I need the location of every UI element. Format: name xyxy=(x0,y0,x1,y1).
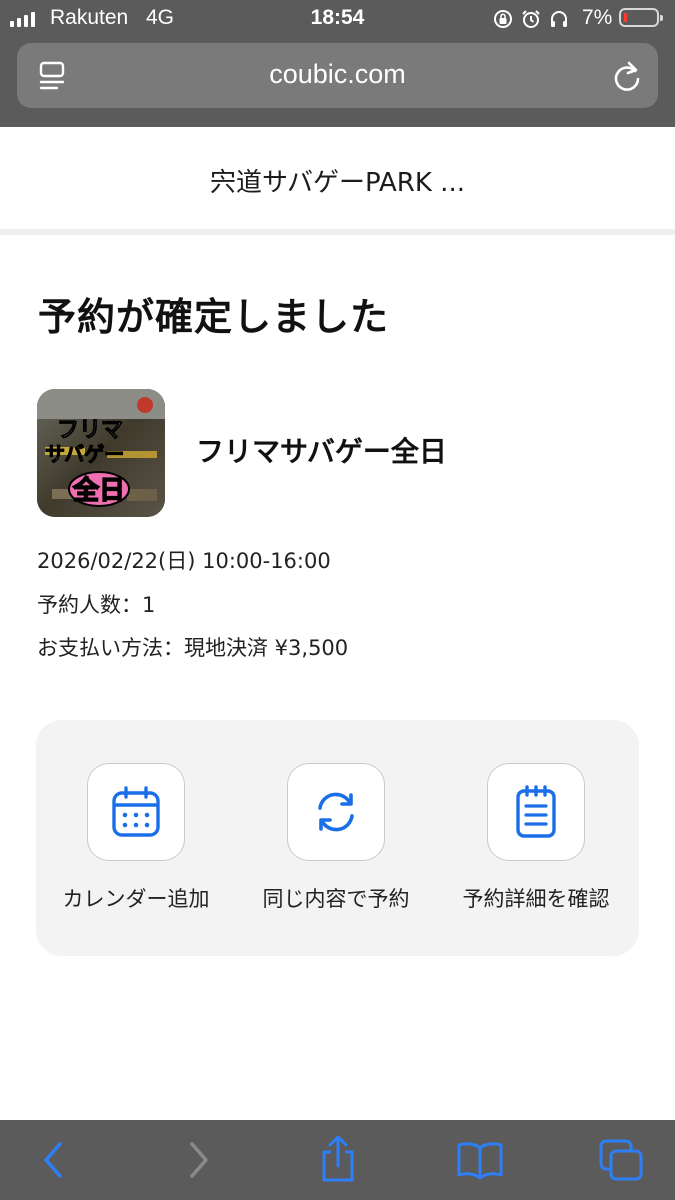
product-name: フリマサバゲー全日 xyxy=(196,435,447,468)
status-bar: Rakuten 4G 18:54 7% xyxy=(0,0,675,38)
reload-icon[interactable] xyxy=(611,59,643,93)
battery-level xyxy=(624,13,627,22)
alarm-icon xyxy=(522,10,540,28)
reservation-datetime: 2026/02/22(日) 10:00-16:00 xyxy=(37,549,331,573)
headphones-icon xyxy=(551,11,567,27)
address-bar[interactable]: coubic.com xyxy=(17,43,658,108)
reservation-people: 予約人数：1 xyxy=(37,593,156,617)
orientation-lock-icon xyxy=(494,10,512,28)
refresh-icon xyxy=(318,792,354,832)
view-details-label[interactable]: 予約詳細を確認 xyxy=(426,883,646,913)
battery-percent: 7% xyxy=(582,6,613,29)
battery-icon xyxy=(619,8,663,27)
actions-card: カレンダー追加 同じ内容で予約 予約詳細を確認 xyxy=(36,720,639,956)
bookmarks-icon[interactable] xyxy=(456,1140,504,1180)
site-title[interactable]: 宍道サバゲーPARK ... xyxy=(0,162,675,199)
add-to-calendar-button[interactable] xyxy=(87,763,185,861)
url-text[interactable]: coubic.com xyxy=(17,59,658,90)
site-header: 宍道サバゲーPARK ... xyxy=(0,127,675,229)
tabs-icon[interactable] xyxy=(598,1138,644,1182)
share-icon[interactable] xyxy=(318,1134,358,1184)
header-divider xyxy=(0,229,675,235)
reservation-payment: お支払い方法：現地決済 ¥3,500 xyxy=(37,636,349,660)
product-thumbnail-image: フリマ サバゲー 全日 xyxy=(37,389,165,517)
browser-chrome: Rakuten 4G 18:54 7% coubic.com xyxy=(0,0,675,127)
svg-text:フリマ: フリマ xyxy=(57,418,123,443)
svg-text:全日: 全日 xyxy=(72,475,125,506)
back-icon[interactable] xyxy=(38,1138,68,1182)
status-time: 18:54 xyxy=(310,6,365,29)
clipboard-list-icon xyxy=(516,785,556,838)
product-thumbnail: フリマ サバゲー 全日 xyxy=(37,389,165,517)
page-title: 予約が確定しました xyxy=(38,295,390,339)
status-icons xyxy=(492,6,570,32)
forward-icon[interactable] xyxy=(184,1138,214,1182)
svg-text:サバゲー: サバゲー xyxy=(45,442,124,466)
add-to-calendar-label[interactable]: カレンダー追加 xyxy=(26,883,246,913)
calendar-icon xyxy=(112,786,160,837)
rebook-label[interactable]: 同じ内容で予約 xyxy=(226,883,446,913)
browser-toolbar xyxy=(0,1120,675,1200)
rebook-button[interactable] xyxy=(287,763,385,861)
view-details-button[interactable] xyxy=(487,763,585,861)
